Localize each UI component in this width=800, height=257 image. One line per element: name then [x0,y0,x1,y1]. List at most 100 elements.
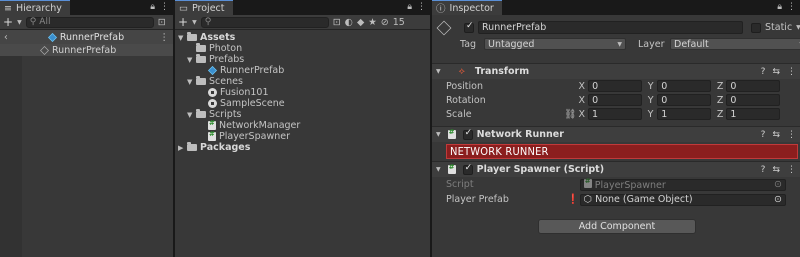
axis-z-label[interactable]: Z [717,109,727,120]
axis-z-label[interactable]: Z [717,95,727,106]
axis-y-label[interactable]: Y [648,81,658,92]
expand-down-icon[interactable]: ▼ [436,68,441,75]
network-runner-header[interactable]: ▼ Network Runner ? ⇆ ⋮ [432,126,800,142]
scale-z-field[interactable]: 1 [726,108,780,120]
rotation-x-field[interactable]: 0 [588,94,642,106]
help-icon[interactable]: ? [761,67,766,77]
position-y-value: 0 [661,80,668,92]
presets-icon[interactable]: ⇆ [772,67,780,77]
help-icon[interactable]: ? [761,165,766,175]
chevron-down-icon[interactable]: ▼ [192,19,197,26]
layer-dropdown[interactable]: Default ▼ [670,38,800,50]
scale-row: Scale ⛓︎ X 1 Y 1 Z 1 [432,107,800,121]
active-checkbox[interactable] [464,21,474,33]
axis-x-label[interactable]: X [579,81,589,92]
expand-down-icon[interactable]: ▼ [187,111,196,119]
constrain-proportions-icon[interactable]: ⛓︎ [564,109,578,120]
more-icon[interactable]: ⋮ [417,2,426,12]
back-icon[interactable]: ‹ [4,32,8,43]
list-item-label: RunnerPrefab [52,44,117,56]
axis-y-label[interactable]: Y [648,95,658,106]
scale-x-value: 1 [592,108,599,120]
static-label: Static [765,22,793,33]
rotation-z-field[interactable]: 0 [726,94,780,106]
tab-inspector[interactable]: ⓘ Inspector [432,0,502,15]
label-filter-icon[interactable]: ◆ [357,17,364,28]
more-icon[interactable]: ⋮ [787,165,796,175]
chevron-down-icon: ▼ [617,40,622,48]
presets-icon[interactable]: ⇆ [772,130,780,140]
transform-header[interactable]: ▼ ⟡ Transform ? ⇆ ⋮ [432,63,800,79]
folder-icon [196,43,206,52]
expand-down-icon[interactable]: ▼ [187,56,196,64]
player-spawner-title: Player Spawner (Script) [476,164,605,175]
add-icon[interactable]: + [3,16,13,28]
more-icon[interactable]: ⋮ [160,32,170,43]
tab-hierarchy[interactable]: ≡ Hierarchy [0,0,70,15]
expand-down-icon[interactable]: ▼ [436,166,441,173]
tree-item-prefabs[interactable]: ▼ Prefabs [175,54,430,65]
lock-icon[interactable]: 🔒︎ [150,2,155,12]
search-filter-icon[interactable]: ⊡ [333,17,341,28]
lock-icon[interactable]: 🔒︎ [777,2,782,12]
add-component-button[interactable]: Add Component [538,219,696,234]
add-icon[interactable]: + [178,16,188,28]
list-item[interactable]: RunnerPrefab [0,44,173,56]
lock-icon[interactable]: 🔒︎ [407,2,412,12]
position-y-field[interactable]: 0 [657,80,711,92]
scale-y-value: 1 [661,108,668,120]
axis-x-label[interactable]: X [579,95,589,106]
hierarchy-gutter [0,56,22,257]
player-prefab-field[interactable]: ⬡ None (Game Object) ⊙ [579,193,786,206]
more-icon[interactable]: ⋮ [160,2,169,12]
scale-y-field[interactable]: 1 [657,108,711,120]
more-icon[interactable]: ⋮ [787,2,796,12]
expand-down-icon[interactable]: ▼ [436,131,441,138]
player-spawner-header[interactable]: ▼ Player Spawner (Script) ? ⇆ ⋮ [432,161,800,177]
tab-project[interactable]: ▭ Project [175,0,233,15]
tree-item-packages[interactable]: ▶ Packages [175,142,430,153]
rotation-y-field[interactable]: 0 [657,94,711,106]
static-checkbox[interactable] [751,22,761,33]
tree-item-runner-prefab[interactable]: RunnerPrefab [175,65,430,76]
position-x-field[interactable]: 0 [588,80,642,92]
object-picker-icon[interactable]: ⊙ [774,194,782,205]
tree-item-playerspawner[interactable]: PlayerSpawner [175,130,430,142]
scale-x-field[interactable]: 1 [588,108,642,120]
static-dropdown-icon[interactable]: ▼ [796,24,800,31]
network-runner-enabled-checkbox[interactable] [462,128,473,140]
axis-y-label[interactable]: Y [648,109,658,120]
tree-item-scenes[interactable]: ▼ Scenes [175,76,430,87]
star-icon[interactable]: ★ [368,17,377,28]
object-name-field[interactable]: RunnerPrefab [478,21,743,34]
more-icon[interactable]: ⋮ [787,67,796,77]
position-z-field[interactable]: 0 [726,80,780,92]
chevron-down-icon[interactable]: ▼ [17,19,22,26]
expand-down-icon[interactable]: ▼ [178,34,187,42]
help-icon[interactable]: ? [761,130,766,140]
tree-item-fusion101[interactable]: Fusion101 [175,87,430,98]
script-label: Script [446,179,474,190]
search-options-icon[interactable]: ⊡ [158,17,166,28]
folder-icon [196,109,206,118]
axis-x-label[interactable]: X [579,109,589,120]
rotation-label[interactable]: Rotation [446,95,579,106]
project-search[interactable]: ⚲ [200,16,329,28]
hidden-packages-icon[interactable]: ⊘ [381,17,389,28]
tree-item-photon[interactable]: Photon [175,43,430,54]
axis-z-label[interactable]: Z [717,81,727,92]
tag-dropdown[interactable]: Untagged ▼ [484,38,626,50]
more-icon[interactable]: ⋮ [787,130,796,140]
type-filter-icon[interactable]: ◐ [345,17,353,28]
search-icon: ⚲ [29,17,37,27]
scale-label[interactable]: Scale [446,109,564,120]
presets-icon[interactable]: ⇆ [772,165,780,175]
tree-item-assets[interactable]: ▼ Assets [175,32,430,43]
tree-item-samplescene[interactable]: SampleScene [175,98,430,109]
position-label[interactable]: Position [446,81,579,92]
hierarchy-search[interactable]: ⚲ All [25,16,154,28]
expand-right-icon[interactable]: ▶ [178,144,187,152]
player-prefab-label[interactable]: Player Prefab [446,194,567,205]
expand-down-icon[interactable]: ▼ [187,78,196,86]
player-spawner-enabled-checkbox[interactable] [462,163,473,175]
